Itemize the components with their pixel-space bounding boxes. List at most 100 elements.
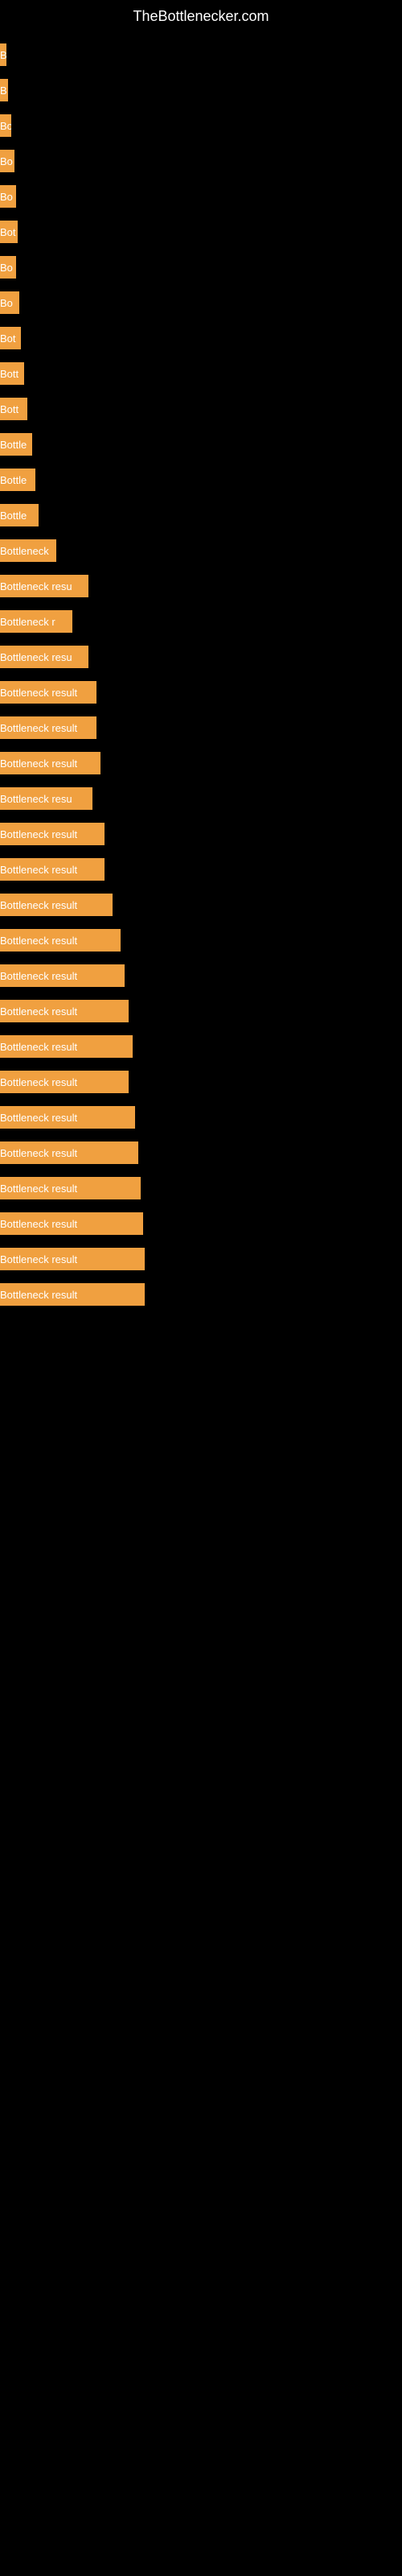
bar-fill: Bottleneck resu bbox=[0, 575, 88, 597]
bar-label: Bot bbox=[0, 332, 19, 345]
bar-label: Bottleneck result bbox=[0, 828, 80, 840]
bar-row: Bottleneck result bbox=[0, 887, 402, 923]
bar-fill: Bottleneck result bbox=[0, 894, 113, 916]
bar-label: Bottleneck result bbox=[0, 758, 80, 770]
bar-row: Bo bbox=[0, 108, 402, 143]
bar-label: Bottleneck resu bbox=[0, 793, 76, 805]
bar-label: Bo bbox=[0, 262, 16, 274]
bar-row: Bottleneck result bbox=[0, 816, 402, 852]
bar-row: Bottleneck result bbox=[0, 745, 402, 781]
bar-fill: Bo bbox=[0, 150, 14, 172]
bar-label: Bott bbox=[0, 403, 22, 415]
bar-fill: Bottleneck result bbox=[0, 1106, 135, 1129]
bar-label: Bottleneck result bbox=[0, 1076, 80, 1088]
bar-row: Bottleneck result bbox=[0, 993, 402, 1029]
bar-row: Bottleneck result bbox=[0, 1206, 402, 1241]
bar-row: Bottleneck resu bbox=[0, 781, 402, 816]
bar-label: Bot bbox=[0, 226, 18, 238]
site-title: TheBottlenecker.com bbox=[0, 0, 402, 37]
bar-row: Bottleneck result bbox=[0, 1100, 402, 1135]
bar-fill: Bot bbox=[0, 327, 21, 349]
bar-label: Bottleneck resu bbox=[0, 651, 76, 663]
bar-row: Bottle bbox=[0, 462, 402, 497]
bar-fill: Bottle bbox=[0, 469, 35, 491]
bar-fill: Bottleneck result bbox=[0, 716, 96, 739]
bar-fill: Bottleneck bbox=[0, 539, 56, 562]
bar-fill: Bottleneck result bbox=[0, 681, 96, 704]
bar-row: Bottleneck result bbox=[0, 1277, 402, 1312]
bar-label: Bottleneck result bbox=[0, 1112, 80, 1124]
bar-row: Bott bbox=[0, 356, 402, 391]
bar-row: Bottle bbox=[0, 497, 402, 533]
bar-label: Bottleneck result bbox=[0, 687, 80, 699]
bar-label: Bottleneck resu bbox=[0, 580, 76, 592]
bar-row: Bottleneck resu bbox=[0, 639, 402, 675]
bar-label: Bottleneck result bbox=[0, 1253, 80, 1265]
bar-label: Bottleneck result bbox=[0, 864, 80, 876]
bar-row: Bottleneck result bbox=[0, 852, 402, 887]
bar-label: Bottle bbox=[0, 510, 30, 522]
bar-fill: Bottleneck result bbox=[0, 858, 105, 881]
bar-fill: B bbox=[0, 43, 6, 66]
bar-fill: Bottleneck resu bbox=[0, 787, 92, 810]
bar-fill: Bottleneck result bbox=[0, 1248, 145, 1270]
bar-fill: Bottleneck result bbox=[0, 929, 121, 952]
bar-fill: Bott bbox=[0, 362, 24, 385]
bar-fill: Bottle bbox=[0, 504, 39, 526]
bar-fill: Bo bbox=[0, 291, 19, 314]
bar-row: Bottleneck result bbox=[0, 1241, 402, 1277]
bar-label: Bottleneck result bbox=[0, 1183, 80, 1195]
bar-row: Bottleneck result bbox=[0, 1064, 402, 1100]
bar-row: Bottleneck result bbox=[0, 1170, 402, 1206]
bar-row: Bot bbox=[0, 320, 402, 356]
bar-fill: Bot bbox=[0, 221, 18, 243]
bar-fill: B bbox=[0, 79, 8, 101]
bar-label: Bottleneck result bbox=[0, 1147, 80, 1159]
bar-label: Bottleneck result bbox=[0, 1041, 80, 1053]
bar-row: Bott bbox=[0, 391, 402, 427]
bar-label: Bottle bbox=[0, 474, 30, 486]
bar-fill: Bo bbox=[0, 114, 11, 137]
bar-row: B bbox=[0, 37, 402, 72]
bar-fill: Bo bbox=[0, 256, 16, 279]
bar-fill: Bottleneck result bbox=[0, 1000, 129, 1022]
bar-label: Bottleneck result bbox=[0, 1218, 80, 1230]
bar-row: B bbox=[0, 72, 402, 108]
bar-label: Bottleneck r bbox=[0, 616, 59, 628]
bar-row: Bo bbox=[0, 179, 402, 214]
bar-row: Bottleneck result bbox=[0, 710, 402, 745]
bar-fill: Bottleneck result bbox=[0, 1212, 143, 1235]
bar-row: Bo bbox=[0, 143, 402, 179]
bar-label: Bottleneck bbox=[0, 545, 52, 557]
bar-fill: Bottleneck result bbox=[0, 752, 100, 774]
bar-label: Bottleneck result bbox=[0, 935, 80, 947]
bar-row: Bottleneck r bbox=[0, 604, 402, 639]
bar-label: Bo bbox=[0, 191, 16, 203]
bar-label: Bott bbox=[0, 368, 22, 380]
bar-fill: Bottle bbox=[0, 433, 32, 456]
bar-fill: Bottleneck result bbox=[0, 1141, 138, 1164]
bar-label: B bbox=[0, 85, 8, 97]
bar-fill: Bottleneck result bbox=[0, 1177, 141, 1199]
bar-label: Bottleneck result bbox=[0, 970, 80, 982]
bar-row: Bottleneck result bbox=[0, 675, 402, 710]
bar-fill: Bottleneck result bbox=[0, 1283, 145, 1306]
bar-row: Bottleneck result bbox=[0, 1135, 402, 1170]
bar-row: Bottleneck resu bbox=[0, 568, 402, 604]
bar-label: Bottleneck result bbox=[0, 722, 80, 734]
bar-fill: Bottleneck result bbox=[0, 964, 125, 987]
bar-row: Bottleneck result bbox=[0, 923, 402, 958]
bar-label: Bo bbox=[0, 120, 11, 132]
bar-label: Bottleneck result bbox=[0, 899, 80, 911]
bar-fill: Bott bbox=[0, 398, 27, 420]
bar-row: Bo bbox=[0, 285, 402, 320]
bar-row: Bottleneck result bbox=[0, 958, 402, 993]
bar-label: Bottleneck result bbox=[0, 1005, 80, 1018]
bar-label: B bbox=[0, 49, 6, 61]
bar-row: Bo bbox=[0, 250, 402, 285]
bar-label: Bo bbox=[0, 297, 16, 309]
bar-fill: Bo bbox=[0, 185, 16, 208]
bar-row: Bot bbox=[0, 214, 402, 250]
bar-row: Bottleneck bbox=[0, 533, 402, 568]
page-container: TheBottlenecker.com B B Bo Bo Bo Bot Bo Bo Bot Bo… bbox=[0, 0, 402, 2576]
